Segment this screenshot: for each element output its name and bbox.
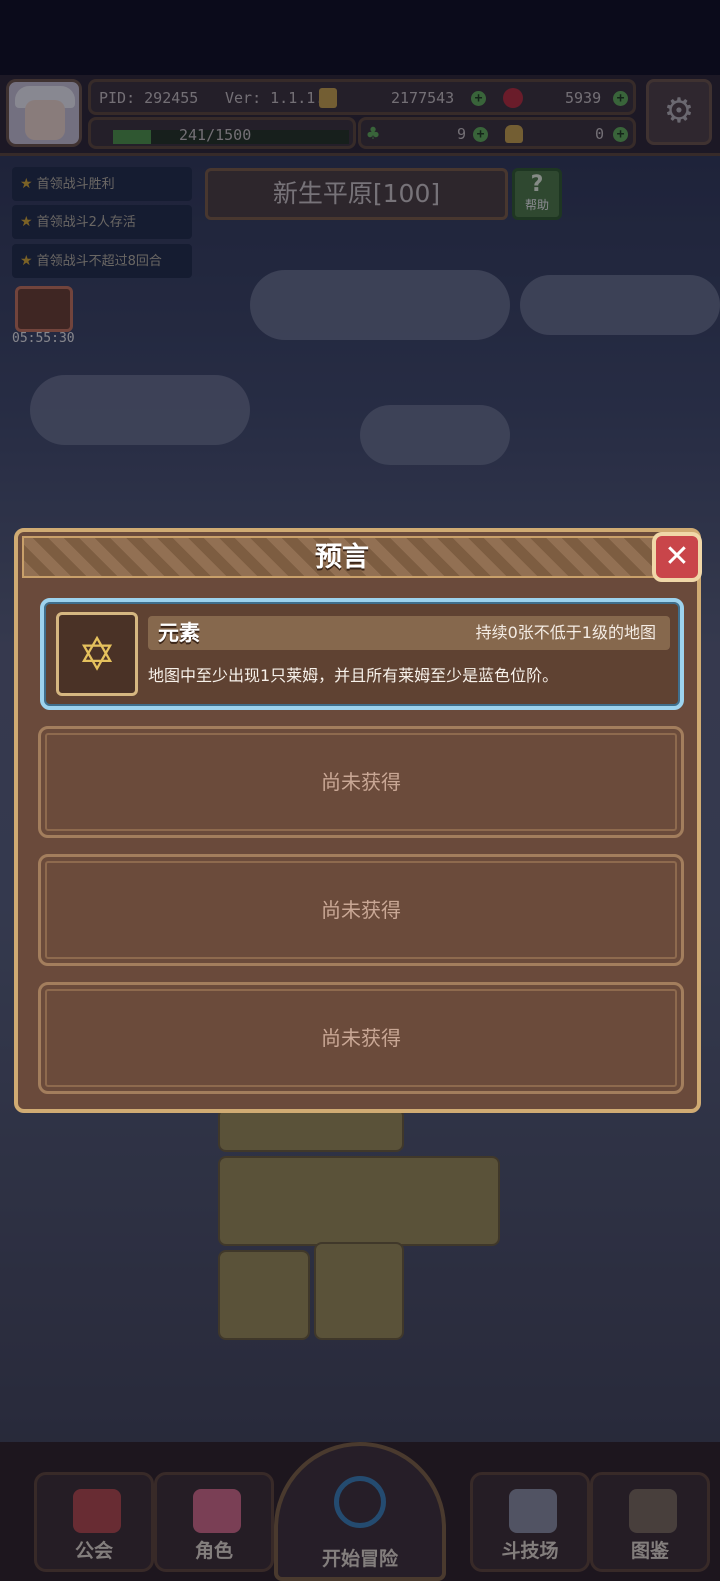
hexagram-icon: ✡ [56, 612, 138, 696]
locked-prophecy-slot: 尚未获得 [38, 982, 684, 1094]
prophecy-modal: 预言 ✕ ✡ 元素 持续0张不低于1级的地图 地图中至少出现1只莱姆，并且所有莱… [14, 528, 702, 1113]
locked-prophecy-slot: 尚未获得 [38, 726, 684, 838]
prophecy-duration: 持续0张不低于1级的地图 [475, 623, 656, 642]
prophecy-title-bar: 元素 持续0张不低于1级的地图 [148, 616, 670, 650]
modal-header: 预言 [22, 536, 662, 578]
prophecy-card[interactable]: ✡ 元素 持续0张不低于1级的地图 地图中至少出现1只莱姆，并且所有莱姆至少是蓝… [40, 598, 684, 710]
locked-prophecy-slot: 尚未获得 [38, 854, 684, 966]
prophecy-description: 地图中至少出现1只莱姆，并且所有莱姆至少是蓝色位阶。 [148, 666, 559, 685]
modal-title: 预言 [315, 542, 369, 573]
close-button[interactable]: ✕ [652, 532, 702, 582]
prophecy-name: 元素 [158, 621, 200, 645]
